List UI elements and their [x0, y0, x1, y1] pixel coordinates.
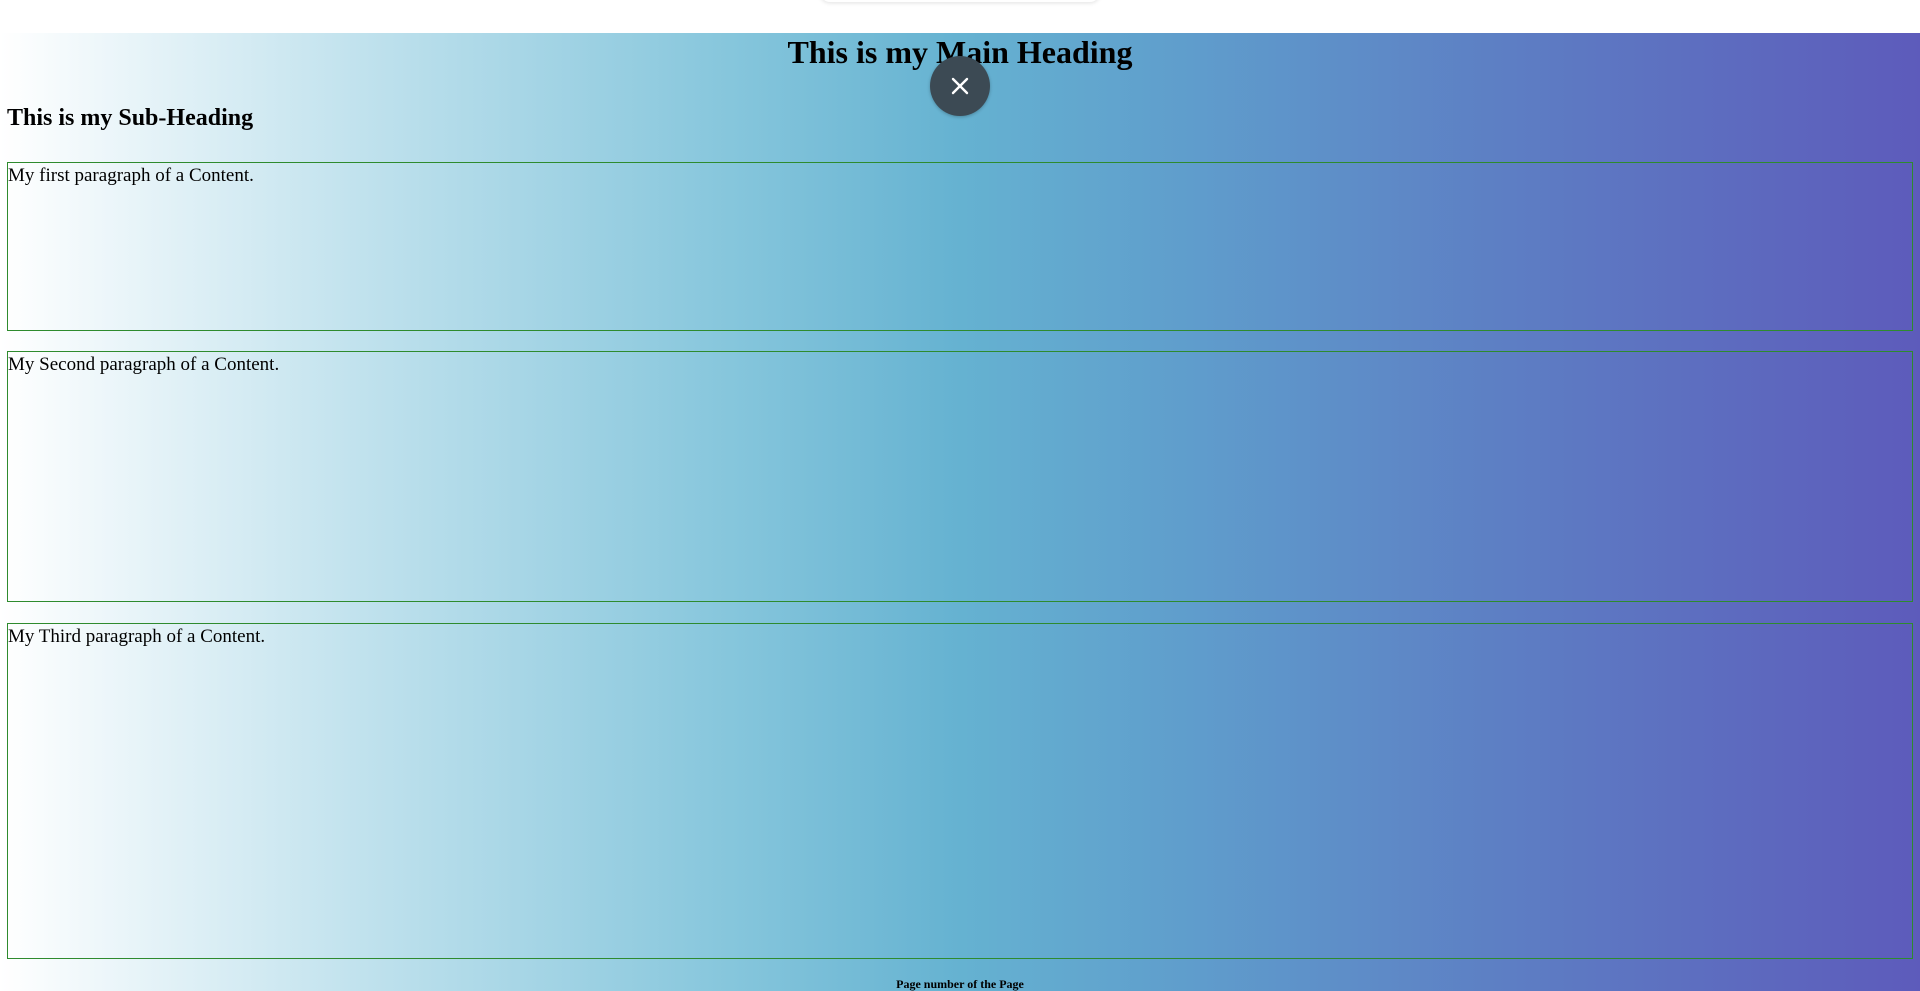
- close-icon: [951, 77, 969, 95]
- sub-heading: This is my Sub-Heading: [7, 105, 254, 131]
- close-button[interactable]: [930, 56, 990, 116]
- paragraph-first: My first paragraph of a Content.: [8, 165, 254, 186]
- top-tab: [820, 0, 1100, 2]
- page-body: This is my Main Heading This is my Sub-H…: [0, 33, 1920, 991]
- content-box-second: My Second paragraph of a Content.: [7, 351, 1913, 602]
- content-box-third: My Third paragraph of a Content.: [7, 623, 1913, 959]
- paragraph-second: My Second paragraph of a Content.: [8, 354, 280, 375]
- paragraph-third: My Third paragraph of a Content.: [8, 626, 266, 647]
- top-strip: [0, 0, 1920, 33]
- page-footer: Page number of the Page: [896, 977, 1024, 991]
- content-box-first: My first paragraph of a Content.: [7, 162, 1913, 331]
